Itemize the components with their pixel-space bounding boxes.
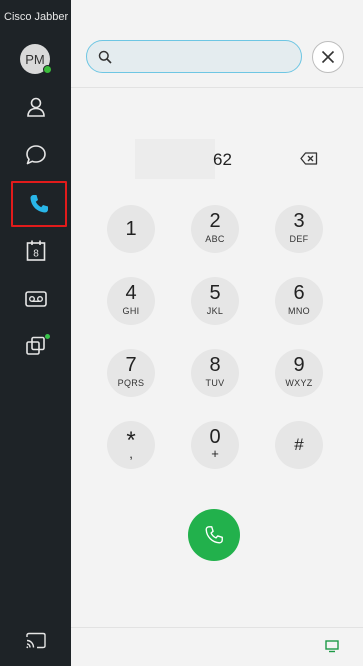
close-icon [321,50,335,64]
divider [71,87,363,88]
key-letters: + [211,446,219,461]
key-digit: 9 [293,354,305,376]
search-box[interactable] [86,40,302,73]
key-digit: 2 [209,210,221,232]
dial-key-5[interactable]: 5 JKL [191,277,239,325]
key-digit: 3 [293,210,305,232]
notification-dot [45,334,50,339]
dial-key-1[interactable]: 1 [107,205,155,253]
device-selector[interactable] [325,640,339,658]
key-letters: JKL [206,306,224,316]
divider [71,627,363,628]
copy-tabs-icon [25,336,45,355]
key-digit: 1 [125,218,137,240]
dial-key-star[interactable]: * , [107,421,155,469]
app-title: Cisco Jabber [4,11,69,23]
call-button[interactable] [188,509,240,561]
key-letters: ABC [205,234,225,244]
key-letters: MNO [288,306,310,316]
key-letters: , [129,446,133,461]
sidebar-item-voicemail[interactable] [12,280,59,318]
dialed-number-highlight [135,139,215,179]
chat-bubble-icon [25,145,46,165]
backspace-icon [300,152,318,165]
dial-key-2[interactable]: 2 ABC [191,205,239,253]
key-digit: # [294,435,304,454]
dialed-number[interactable]: 62 [213,150,232,170]
person-icon [26,97,45,117]
calendar-icon: 8 [26,240,45,261]
cast-icon [25,632,46,649]
key-digit: 7 [125,354,137,376]
presence-indicator [43,65,52,74]
cast-button[interactable] [12,622,59,660]
sidebar-item-calls[interactable] [11,181,67,227]
key-digit: 8 [209,354,221,376]
phone-icon [30,195,48,213]
search-icon [98,50,112,64]
close-button[interactable] [312,41,344,73]
voicemail-icon [24,291,47,307]
key-letters: DEF [289,234,309,244]
dial-key-4[interactable]: 4 GHI [107,277,155,325]
key-letters: PQRS [117,378,145,388]
dialpad-panel: 62 1 2 ABC 3 DEF 4 GHI 5 JKL 6 MNO 7 PQR… [71,0,363,666]
sidebar-item-chats[interactable] [12,136,59,174]
avatar-initials: PM [25,51,45,67]
sidebar-item-meetings[interactable]: 8 [12,232,59,270]
key-letters: WXYZ [285,378,313,388]
avatar[interactable]: PM [20,44,52,74]
dial-key-8[interactable]: 8 TUV [191,349,239,397]
monitor-icon [325,640,339,653]
key-letters: TUV [205,378,225,388]
dial-key-7[interactable]: 7 PQRS [107,349,155,397]
key-digit: 4 [125,282,137,304]
key-digit: 0 [209,426,221,448]
dial-key-hash[interactable]: # [275,421,323,469]
search-input[interactable] [119,47,289,67]
sidebar: Cisco Jabber PM 8 [0,0,71,666]
sidebar-item-contacts[interactable] [12,88,59,126]
key-digit: 6 [293,282,305,304]
phone-icon [205,526,223,544]
backspace-button[interactable] [300,152,318,170]
dial-key-0[interactable]: 0 + [191,421,239,469]
key-letters: GHI [122,306,140,316]
calendar-day: 8 [33,249,39,260]
dial-key-9[interactable]: 9 WXYZ [275,349,323,397]
dial-key-3[interactable]: 3 DEF [275,205,323,253]
dial-key-6[interactable]: 6 MNO [275,277,323,325]
key-digit: 5 [209,282,221,304]
sidebar-item-custom-tabs[interactable] [12,327,59,365]
